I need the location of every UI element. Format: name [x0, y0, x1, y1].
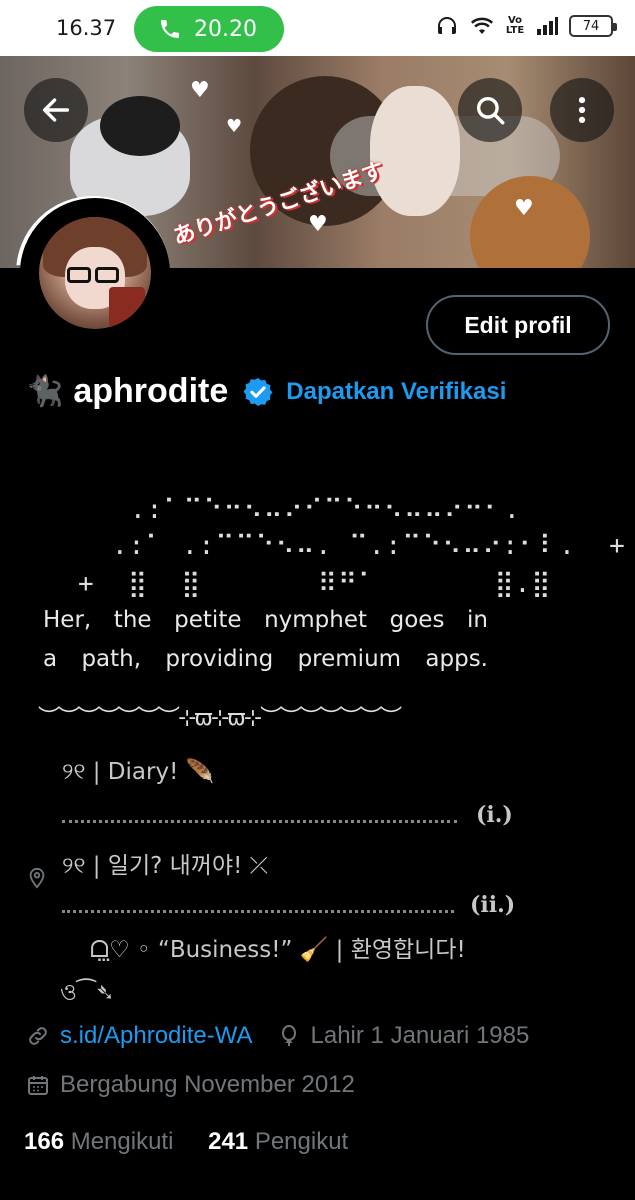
avatar-glasses-right: [95, 267, 119, 283]
heart-icon: ♥: [190, 78, 210, 103]
bio-item-journal: ୨୧ | 일기? 내꺼야! ⤫: [62, 853, 269, 879]
heart-icon: ♥: [308, 212, 328, 237]
bio-numeral-i: (i.): [476, 802, 513, 828]
avatar[interactable]: [20, 198, 170, 348]
bio-numeral-ii: (ii.): [470, 892, 516, 918]
ongoing-call-pill[interactable]: 20.20: [134, 6, 284, 52]
bio-ascii-line1: .:⠁⠉⠑⠒⠢⠤⠔⠊⠉⠑⠒⠢⠤⠤⠔⠒⠂.: [130, 495, 521, 525]
back-button[interactable]: [24, 78, 88, 142]
followers-count: 241: [208, 1128, 249, 1155]
avatar-photo: [39, 217, 151, 329]
followers-label: Pengikut: [254, 1128, 349, 1155]
search-button[interactable]: [458, 78, 522, 142]
verified-badge-icon[interactable]: [242, 376, 274, 408]
battery-indicator: 74: [569, 15, 617, 37]
banner-shoes-shape: [100, 96, 180, 156]
black-cat-emoji: 🐈‍⬛: [26, 374, 64, 409]
heart-icon: ♥: [514, 196, 534, 221]
phone-icon: [161, 20, 179, 38]
following-stat[interactable]: 166 Mengikuti: [24, 1128, 173, 1155]
meta-joined-row: Bergabung November 2012: [26, 1071, 355, 1099]
signal-icon: [537, 17, 558, 35]
birthday-text: Lahir 1 Januari 1985: [310, 1022, 530, 1049]
bio-ascii-line3: + ⣿ ⣿ ⠿⠛⠁ ⣿.⣿: [78, 569, 552, 599]
volte-label: Vo LTE: [505, 15, 525, 36]
bio-item-ornament: ও⁀➴: [60, 980, 115, 1006]
meta-link-birthday-row: s.id/Aphrodite-WA Lahir 1 Januari 1985: [26, 1022, 529, 1050]
bio-text-line2: a path, providing premium apps.: [43, 646, 488, 672]
more-options-button[interactable]: [550, 78, 614, 142]
link-icon: [29, 1027, 47, 1045]
follow-stats: 166 Mengikuti 241 Pengikut: [24, 1128, 348, 1156]
banner-person-shape: [370, 86, 460, 216]
dotted-divider: [62, 910, 454, 913]
location-pin-icon: [29, 867, 45, 889]
search-icon: [476, 96, 505, 125]
status-time: 16.37: [56, 16, 117, 40]
profile-website-link[interactable]: s.id/Aphrodite-WA: [60, 1022, 253, 1050]
battery-level: 74: [582, 18, 600, 34]
get-verified-link[interactable]: Dapatkan Verifikasi: [286, 378, 506, 406]
call-duration: 20.20: [194, 16, 257, 42]
bio-ascii-line2: .:⠁ .:⠉⠉⠑⠢⠤. ⠉.:⠉⠑⠢⠤⠔:⠂⠇. +: [112, 531, 626, 561]
avatar-box: [109, 287, 145, 327]
edit-profile-button[interactable]: Edit profil: [426, 295, 610, 355]
balloon-icon: [281, 1025, 296, 1046]
wifi-icon: [471, 17, 493, 34]
dotted-divider: [62, 820, 457, 823]
display-name: aphrodite: [73, 372, 229, 410]
following-count: 166: [24, 1128, 65, 1155]
followers-stat[interactable]: 241 Pengikut: [208, 1128, 348, 1155]
joined-date: Bergabung November 2012: [60, 1071, 355, 1098]
heart-icon: ♥: [226, 116, 243, 137]
following-label: Mengikuti: [70, 1128, 174, 1155]
bio-text-line1: Her, the petite nymphet goes in: [43, 607, 488, 633]
status-bar: 16.37 20.20 Vo LTE 74: [0, 0, 635, 56]
calendar-icon: [28, 1076, 48, 1095]
bio-divider: ︶︶︶︶︶︶︶⊹ϖ⊹ϖ⊹︶︶︶︶︶︶︶: [38, 706, 402, 731]
more-vertical-icon: [578, 96, 586, 124]
bio-item-diary: ୨୧ | Diary! 🪶: [62, 759, 215, 785]
headphones-icon: [438, 17, 456, 34]
bio-item-business: ᗝ⃨♡ ◦ “Business!” 🧹 | 환영합니다!: [90, 937, 466, 963]
name-row: 🐈‍⬛ aphrodite Dapatkan Verifikasi: [26, 372, 506, 411]
avatar-glasses-left: [67, 267, 91, 283]
arrow-left-icon: [42, 98, 70, 122]
